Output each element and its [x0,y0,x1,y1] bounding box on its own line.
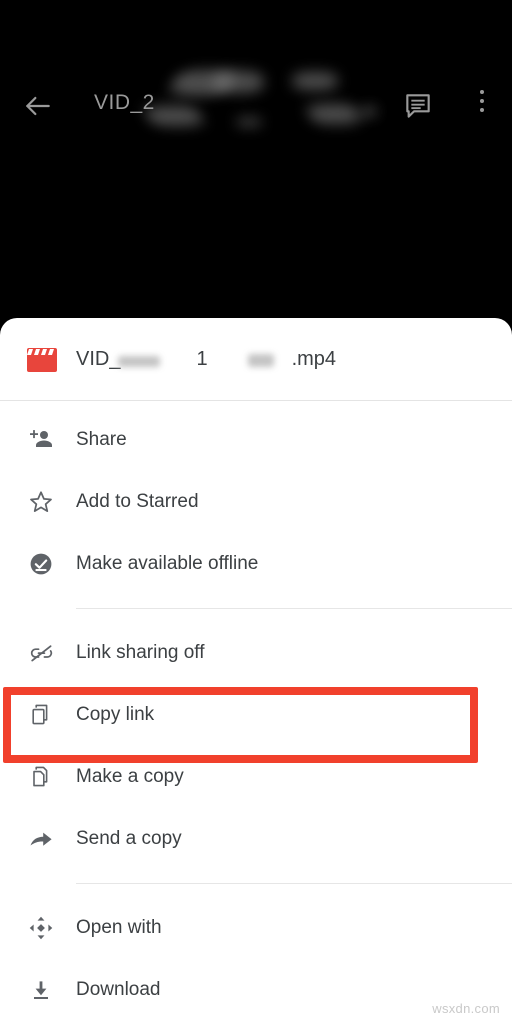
copy-icon [24,700,58,730]
menu-item-make-available-offline[interactable]: Make available offline [0,533,512,595]
blur-smudge [248,354,274,367]
more-vertical-icon[interactable] [470,90,494,122]
video-viewer: VID_2 [0,0,512,318]
menu-item-label: Add to Starred [76,491,199,512]
menu-item-label: Copy link [76,704,155,725]
blur-smudge [362,108,376,115]
back-arrow-icon[interactable] [22,90,54,122]
file-name-prefix: VID_ [76,348,121,370]
menu-item-label: Make a copy [76,766,184,787]
blur-smudge [292,72,338,90]
blur-smudge [118,356,160,367]
menu-dot [480,99,484,103]
menu-item-copy-link[interactable]: Copy link [0,684,512,746]
file-name: VID_ 1 .mp4 [76,348,336,371]
menu-item-make-a-copy[interactable]: Make a copy [0,746,512,808]
file-options-bottom-sheet: VID_ 1 .mp4 Share Add to Starred Make av… [0,318,512,1024]
menu-divider [76,883,512,884]
menu-divider [76,608,512,609]
share-arrow-icon [24,824,58,854]
menu-dot [480,108,484,112]
file-name-suffix: .mp4 [291,348,337,370]
menu-item-label: Send a copy [76,828,182,849]
file-header-row: VID_ 1 .mp4 [0,318,512,401]
menu-item-open-with[interactable]: Open with [0,897,512,959]
file-copy-icon [24,762,58,792]
menu-item-link-sharing-off[interactable]: Link sharing off [0,622,512,684]
menu-dot [480,90,484,94]
blur-smudge [143,106,205,126]
blur-smudge [306,104,362,124]
blur-smudge [236,118,262,126]
open-with-icon [24,913,58,943]
download-icon [24,975,58,1005]
video-clapperboard-icon [26,347,58,373]
star-outline-icon [24,487,58,517]
file-name-middle: 1 [196,348,208,370]
blur-smudge [214,71,264,93]
menu-item-label: Share [76,429,127,450]
app-bar: VID_2 [0,38,512,126]
link-off-icon [24,638,58,668]
menu-item-label: Open with [76,917,162,938]
menu-item-add-to-starred[interactable]: Add to Starred [0,471,512,533]
menu-item-share[interactable]: Share [0,409,512,471]
menu-item-label: Link sharing off [76,642,205,663]
comment-icon[interactable] [402,90,434,122]
person-add-icon [24,425,58,455]
menu-item-label: Download [76,979,161,1000]
options-menu: Share Add to Starred Make available offl… [0,401,512,1021]
check-circle-icon [24,549,58,579]
watermark: wsxdn.com [432,1001,500,1016]
menu-item-label: Make available offline [76,553,259,574]
menu-item-send-a-copy[interactable]: Send a copy [0,808,512,870]
